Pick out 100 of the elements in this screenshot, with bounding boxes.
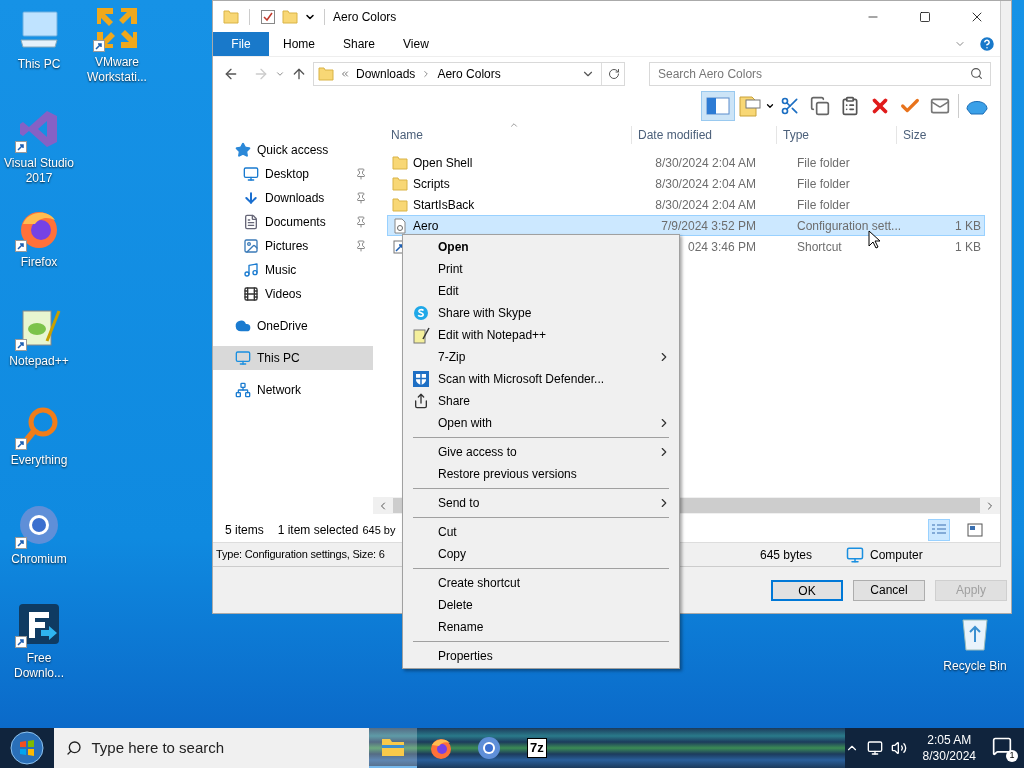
menu-item[interactable]: Delete — [403, 594, 679, 616]
menu-item[interactable]: 7-Zip — [403, 346, 679, 368]
file-name: Scripts — [413, 175, 450, 193]
windows-orb-icon — [9, 731, 44, 765]
folder-icon — [380, 737, 405, 757]
ribbon-tab[interactable]: Home — [269, 32, 329, 56]
menu-item[interactable]: Open with — [403, 412, 679, 434]
nav-item[interactable]: OneDrive — [213, 314, 373, 338]
menu-item[interactable]: Share — [403, 390, 679, 412]
desktop-icon-label[interactable]: Notepad++ — [1, 354, 77, 369]
nav-item[interactable]: Videos — [213, 282, 373, 306]
menu-item[interactable]: Give access to — [403, 441, 679, 463]
menu-item[interactable]: Cut — [403, 521, 679, 543]
column-header[interactable]: Name — [373, 126, 631, 144]
document-icon — [243, 214, 259, 230]
menu-item[interactable]: Properties — [403, 645, 679, 667]
file-name: Open Shell — [413, 154, 473, 172]
network-icon[interactable] — [866, 740, 883, 756]
file-menu-tab[interactable]: File — [213, 32, 269, 56]
menu-item[interactable]: Edit with Notepad++ — [403, 324, 679, 346]
type-cell: File folder — [797, 155, 850, 170]
preview-pane-button[interactable] — [701, 91, 735, 121]
download-icon — [243, 190, 259, 206]
taskbar-app[interactable] — [368, 728, 417, 768]
file-row[interactable]: StartIsBack 8/30/2024 2:04 AM File folder — [387, 194, 985, 215]
mouse-cursor-icon — [868, 230, 880, 249]
envelope-icon[interactable] — [929, 96, 951, 116]
shield-window-icon — [411, 370, 430, 388]
nav-item[interactable]: Music — [213, 258, 373, 282]
nav-item[interactable]: Documents — [213, 210, 373, 234]
dropdown-icon[interactable] — [765, 101, 775, 111]
paste-icon[interactable] — [840, 96, 860, 116]
taskbar-search-field[interactable]: Type here to search — [53, 728, 369, 768]
search-field[interactable]: Search Aero Colors — [649, 61, 991, 86]
properties-check-icon — [260, 8, 276, 25]
taskbar-app[interactable]: 7z — [512, 728, 561, 768]
folder-icon — [223, 9, 239, 24]
desktop-icon-label[interactable]: Chromium — [1, 552, 77, 567]
date-cell-text: 8/30/2024 2:04 AM — [655, 196, 756, 214]
menu-item[interactable]: Share with Skype — [403, 302, 679, 324]
clock-time: 2:05 AM — [927, 732, 972, 748]
music-note-icon — [243, 262, 259, 278]
menu-item[interactable]: Edit — [403, 280, 679, 302]
type-cell: File folder — [797, 197, 850, 212]
chromium-icon — [17, 503, 61, 547]
nav-item[interactable]: Desktop — [213, 162, 373, 186]
desktop-icon-label[interactable]: Recycle Bin — [937, 659, 1013, 674]
search-icon[interactable] — [970, 66, 983, 80]
breadcrumb[interactable]: Aero Colors — [437, 64, 501, 83]
menu-item[interactable]: Scan with Microsoft Defender... — [403, 368, 679, 390]
selection-count: 1 item selected — [277, 522, 359, 539]
clock[interactable]: 2:05 AM 8/30/2024 — [914, 732, 984, 764]
file-name: Aero — [413, 217, 439, 235]
notifications-icon[interactable] — [992, 736, 1012, 756]
details-size: 645 bytes — [760, 546, 814, 564]
address-bar[interactable]: Downloads Aero Colors — [313, 61, 625, 86]
column-header[interactable]: Type — [776, 126, 896, 144]
file-row[interactable]: Aero 7/9/2024 3:52 PM Configuration sett... 1 KB — [387, 215, 985, 236]
menu-item[interactable]: Send to — [403, 492, 679, 514]
archiver-icon: 7z — [527, 738, 547, 758]
copy-icon[interactable] — [810, 96, 830, 116]
refresh-icon[interactable] — [608, 67, 620, 80]
menu-item[interactable]: Open — [403, 236, 679, 258]
folder-icon — [392, 176, 408, 191]
date-cell-text: 8/30/2024 2:04 AM — [655, 175, 756, 193]
ribbon-tab[interactable]: View — [389, 32, 443, 56]
fox-globe-icon — [428, 736, 453, 760]
desktop-icon-label[interactable]: Free Downlo... — [1, 651, 77, 681]
cut-icon[interactable] — [780, 96, 800, 116]
film-icon — [243, 286, 259, 302]
file-row[interactable]: Open Shell 8/30/2024 2:04 AM File folder — [387, 152, 985, 173]
dialog-button[interactable]: OK — [771, 579, 843, 601]
column-header[interactable]: Size — [896, 126, 978, 144]
column-header[interactable]: Date modified — [631, 126, 776, 144]
help-icon[interactable] — [978, 35, 996, 53]
nav-item[interactable]: Quick access — [213, 138, 373, 162]
menu-item[interactable]: Rename — [403, 616, 679, 638]
menu-item[interactable]: Print — [403, 258, 679, 280]
menu-item[interactable]: Copy — [403, 543, 679, 565]
ribbon-tab[interactable]: Share — [329, 32, 390, 56]
nav-item[interactable]: Network — [213, 378, 373, 402]
menu-item[interactable]: Restore previous versions — [403, 463, 679, 485]
nav-item[interactable]: Downloads — [213, 186, 373, 210]
folder-icon — [282, 9, 298, 24]
sort-ascending-icon — [509, 120, 519, 130]
type-cell: Shortcut — [797, 239, 842, 254]
folder-icon — [392, 197, 408, 212]
notification-count: 1 — [1006, 750, 1018, 762]
download-manager-icon — [17, 602, 61, 646]
menu-item[interactable]: Create shortcut — [403, 572, 679, 594]
share-icon — [412, 393, 429, 409]
folder-icon — [392, 155, 408, 170]
file-row[interactable]: Scripts 8/30/2024 2:04 AM File folder — [387, 173, 985, 194]
nav-item[interactable]: Pictures — [213, 234, 373, 258]
desktop-icon-label[interactable]: Everything — [1, 453, 77, 468]
settings-file-icon — [392, 217, 408, 234]
dialog-button[interactable]: Cancel — [853, 579, 925, 601]
nav-item[interactable]: This PC — [213, 346, 373, 370]
details-view-icon — [931, 523, 947, 537]
breadcrumb[interactable]: Downloads — [356, 64, 416, 83]
